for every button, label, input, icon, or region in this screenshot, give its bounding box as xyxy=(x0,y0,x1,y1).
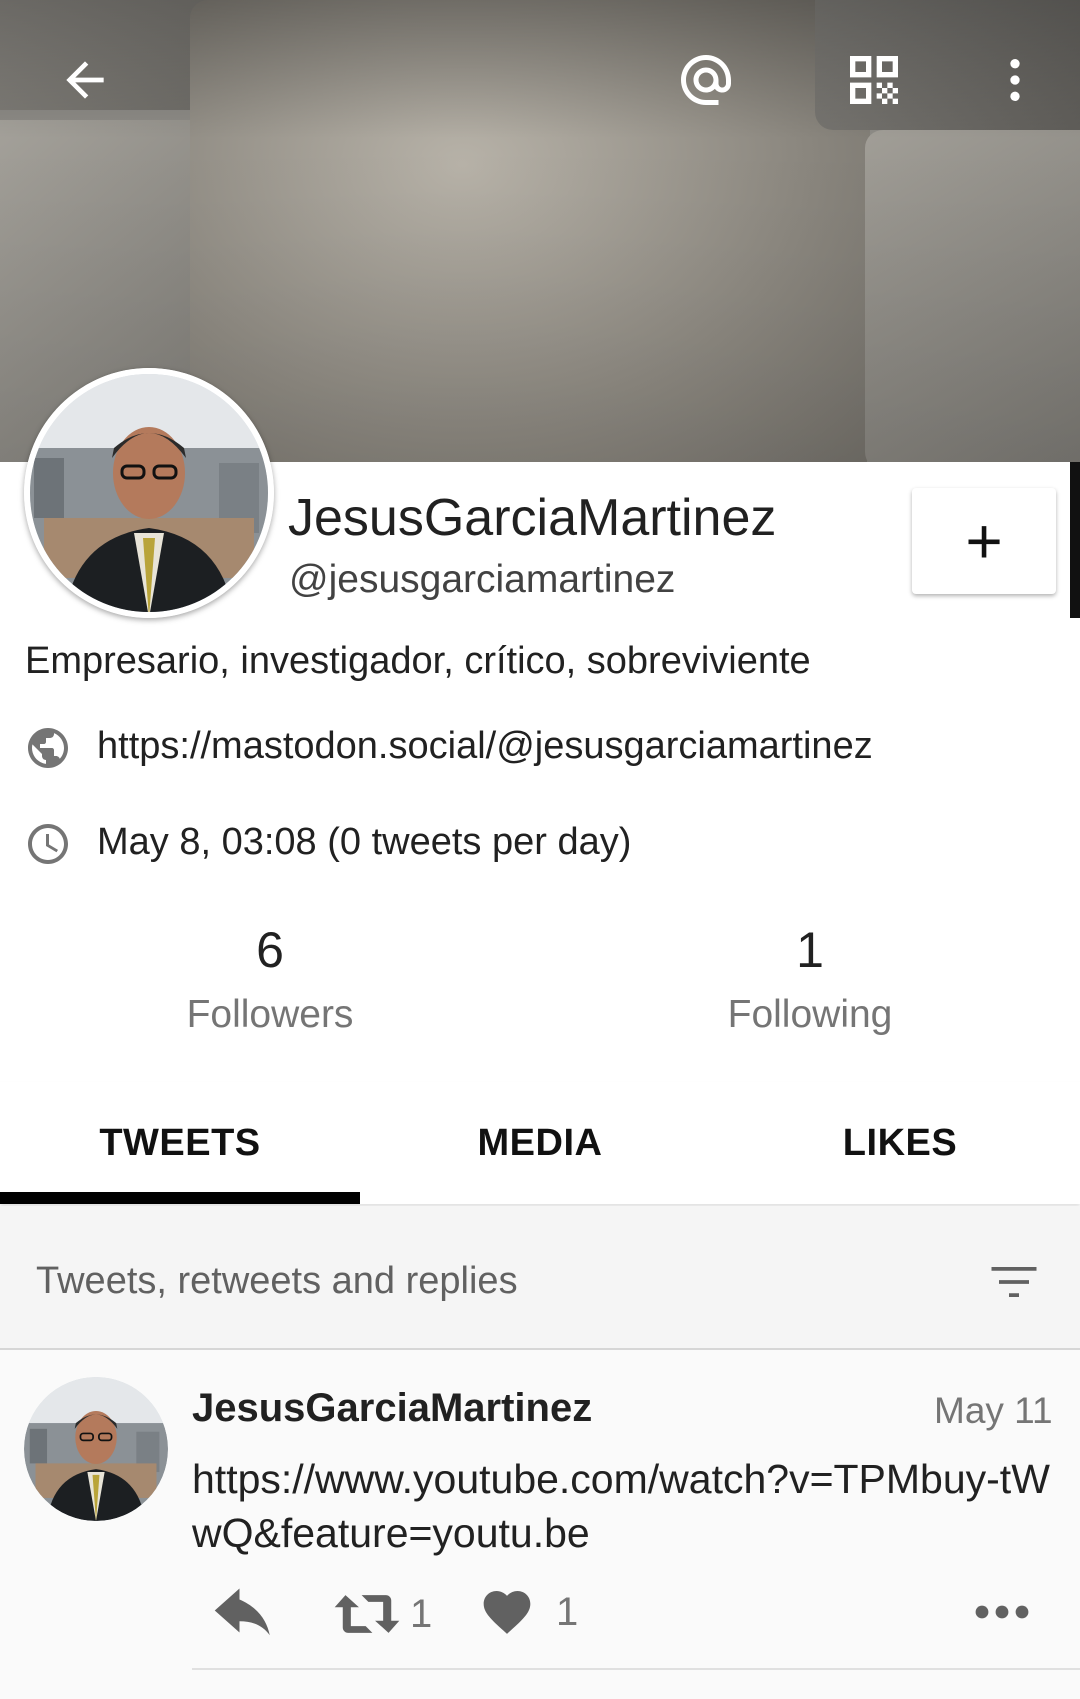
tab-media[interactable]: MEDIA xyxy=(360,1082,720,1204)
followers-stat[interactable]: 6 Followers xyxy=(70,925,470,1037)
followers-count: 6 xyxy=(256,922,284,978)
following-label: Following xyxy=(727,993,893,1036)
reply-icon xyxy=(214,1588,270,1636)
qr-code-button[interactable] xyxy=(834,40,914,120)
retweet-button[interactable]: 1 xyxy=(332,1584,432,1644)
heart-icon xyxy=(483,1591,531,1634)
at-sign-icon xyxy=(681,55,731,105)
following-stat[interactable]: 1 Following xyxy=(610,925,1010,1037)
tweet-text[interactable]: https://www.youtube.com/watch?v=TPMbuy-t… xyxy=(192,1452,1052,1560)
profile-handle: @jesusgarciamartinez xyxy=(289,558,676,601)
like-button[interactable]: 1 xyxy=(478,1584,578,1640)
retweet-count: 1 xyxy=(410,1591,433,1636)
arrow-left-icon xyxy=(66,61,104,99)
tweet-author-avatar[interactable] xyxy=(24,1377,168,1521)
reply-button[interactable] xyxy=(212,1588,278,1644)
clock-icon xyxy=(28,824,68,864)
avatar-image xyxy=(24,1377,168,1521)
timeline-filter-label: Tweets, retweets and replies xyxy=(36,1260,518,1302)
more-vertical-icon xyxy=(1010,59,1020,101)
profile-tabs: TWEETS MEDIA LIKES xyxy=(0,1082,1080,1204)
avatar-image xyxy=(24,368,274,618)
qr-code-icon xyxy=(850,56,898,104)
retweet-icon xyxy=(334,1595,400,1633)
filter-icon xyxy=(991,1267,1037,1297)
tweet-divider xyxy=(192,1668,1080,1670)
tab-likes[interactable]: LIKES xyxy=(720,1082,1080,1204)
follow-button[interactable]: + xyxy=(912,488,1056,594)
edge-indicator xyxy=(1070,462,1080,618)
active-tab-indicator xyxy=(0,1192,360,1204)
profile-bio: Empresario, investigador, crítico, sobre… xyxy=(25,640,811,682)
tweet-more-button[interactable] xyxy=(972,1592,1032,1632)
globe-icon xyxy=(28,728,68,768)
like-count: 1 xyxy=(556,1589,579,1634)
mention-button[interactable] xyxy=(666,40,746,120)
profile-avatar[interactable] xyxy=(24,368,274,618)
profile-website-link[interactable]: https://mastodon.social/@jesusgarciamart… xyxy=(97,725,873,768)
profile-joined-date: May 8, 03:08 (0 tweets per day) xyxy=(97,821,632,863)
tweet-author-name[interactable]: JesusGarciaMartinez xyxy=(192,1386,592,1431)
plus-icon: + xyxy=(965,505,1003,577)
tweet-date: May 11 xyxy=(934,1390,1053,1431)
followers-label: Followers xyxy=(186,993,354,1036)
overflow-menu-button[interactable] xyxy=(975,40,1055,120)
more-horizontal-icon xyxy=(975,1605,1029,1619)
following-count: 1 xyxy=(796,922,824,978)
tab-tweets[interactable]: TWEETS xyxy=(0,1082,360,1204)
back-button[interactable] xyxy=(40,40,130,120)
profile-display-name: JesusGarciaMartinez xyxy=(288,489,777,547)
filter-button[interactable] xyxy=(976,1247,1052,1317)
